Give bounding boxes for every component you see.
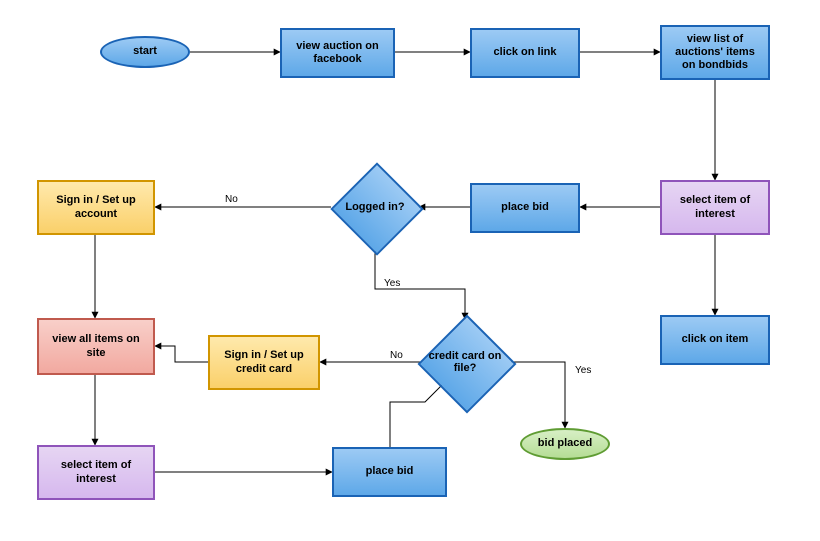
view-list-box: view list of auctions' items on bondbids xyxy=(660,25,770,80)
signin-cc-box: Sign in / Set up credit card xyxy=(208,335,320,390)
view-all-items-box: view all items on site xyxy=(37,318,155,375)
start-label: start xyxy=(133,45,157,58)
credit-card-label: credit card on file? xyxy=(424,350,506,374)
view-all-items-label: view all items on site xyxy=(45,333,147,359)
logged-in-label: Logged in? xyxy=(345,201,404,213)
start-terminator: start xyxy=(100,36,190,68)
edge-label-logged-no: No xyxy=(225,194,238,205)
click-item-box: click on item xyxy=(660,315,770,365)
click-item-label: click on item xyxy=(682,333,749,346)
flowchart-canvas: start view auction on facebook click on … xyxy=(0,0,820,541)
bid-placed-terminator: bid placed xyxy=(520,428,610,460)
place-bid-2-box: place bid xyxy=(332,447,447,497)
view-auction-fb-label: view auction on facebook xyxy=(288,40,387,66)
view-list-label: view list of auctions' items on bondbids xyxy=(668,33,762,73)
bid-placed-label: bid placed xyxy=(538,437,592,450)
place-bid-1-box: place bid xyxy=(470,183,580,233)
place-bid-2-label: place bid xyxy=(366,465,414,478)
select-item-2-box: select item of interest xyxy=(37,445,155,500)
view-auction-fb-box: view auction on facebook xyxy=(280,28,395,78)
select-item-1-box: select item of interest xyxy=(660,180,770,235)
place-bid-1-label: place bid xyxy=(501,201,549,214)
select-item-1-label: select item of interest xyxy=(668,194,762,220)
edge-label-logged-yes: Yes xyxy=(384,278,400,289)
logged-in-decision: Logged in? xyxy=(331,163,419,251)
signin-cc-label: Sign in / Set up credit card xyxy=(216,349,312,375)
select-item-2-label: select item of interest xyxy=(45,459,147,485)
signin-account-box: Sign in / Set up account xyxy=(37,180,155,235)
edge-label-cc-no: No xyxy=(390,350,403,361)
click-link-label: click on link xyxy=(494,46,557,59)
edge-label-cc-yes: Yes xyxy=(575,365,591,376)
click-link-box: click on link xyxy=(470,28,580,78)
credit-card-decision: credit card on file? xyxy=(418,315,512,409)
signin-account-label: Sign in / Set up account xyxy=(45,194,147,220)
